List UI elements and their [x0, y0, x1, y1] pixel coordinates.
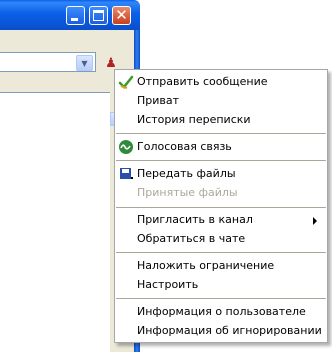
menu-item-user-info[interactable]: Информация о пользователе [115, 303, 327, 321]
voice-call-icon [119, 140, 133, 154]
user-context-menu: Отправить сообщение Приват История переп… [114, 69, 328, 343]
menu-separator [116, 133, 326, 134]
menu-item-configure[interactable]: Настроить [115, 276, 327, 294]
menu-item-invite-to-channel[interactable]: Пригласить в канал [115, 211, 327, 229]
menu-item-label: Наложить ограничение [137, 259, 275, 272]
menu-item-send-message[interactable]: Отправить сообщение [115, 73, 327, 91]
menu-item-label: Отправить сообщение [137, 75, 268, 88]
minimize-icon [71, 18, 78, 21]
menu-separator [116, 207, 326, 208]
menu-item-voice-call[interactable]: Голосовая связь [115, 138, 327, 156]
menu-item-address-in-chat[interactable]: Обратиться в чате [115, 230, 327, 248]
combo-dropdown-button[interactable]: ▼ [76, 55, 93, 71]
menu-item-label: Информация об игнорировании [137, 324, 322, 337]
menu-item-impose-restriction[interactable]: Наложить ограничение [115, 257, 327, 275]
menu-item-label: История переписки [137, 113, 251, 126]
menu-item-label: Приват [137, 94, 180, 107]
maximize-button[interactable] [89, 6, 108, 25]
menu-separator [116, 252, 326, 253]
minimize-button[interactable] [66, 6, 85, 25]
maximize-icon [93, 10, 104, 21]
menu-item-history[interactable]: История переписки [115, 111, 327, 129]
menu-item-private[interactable]: Приват [115, 92, 327, 110]
menu-item-send-files[interactable]: Передать файлы [115, 165, 327, 183]
menu-separator [116, 160, 326, 161]
menu-separator [116, 298, 326, 299]
menu-item-label: Принятые файлы [137, 186, 238, 199]
close-button[interactable]: ✕ [112, 6, 131, 25]
close-icon: ✕ [115, 6, 128, 24]
menu-item-received-files: Принятые файлы [115, 184, 327, 202]
window-titlebar[interactable]: ✕ [0, 0, 140, 30]
menu-item-label: Пригласить в канал [137, 213, 253, 226]
menu-item-label: Передать файлы [137, 167, 236, 180]
submenu-arrow-icon [313, 217, 317, 225]
message-list-area[interactable] [0, 92, 110, 353]
menu-item-ignore-info[interactable]: Информация об игнорировании [115, 322, 327, 340]
menu-item-label: Настроить [137, 278, 199, 291]
menu-item-label: Голосовая связь [137, 140, 232, 153]
menu-item-label: Обратиться в чате [137, 232, 246, 245]
send-message-icon [118, 75, 134, 89]
menu-item-label: Информация о пользователе [137, 305, 306, 318]
send-files-icon [120, 168, 133, 179]
